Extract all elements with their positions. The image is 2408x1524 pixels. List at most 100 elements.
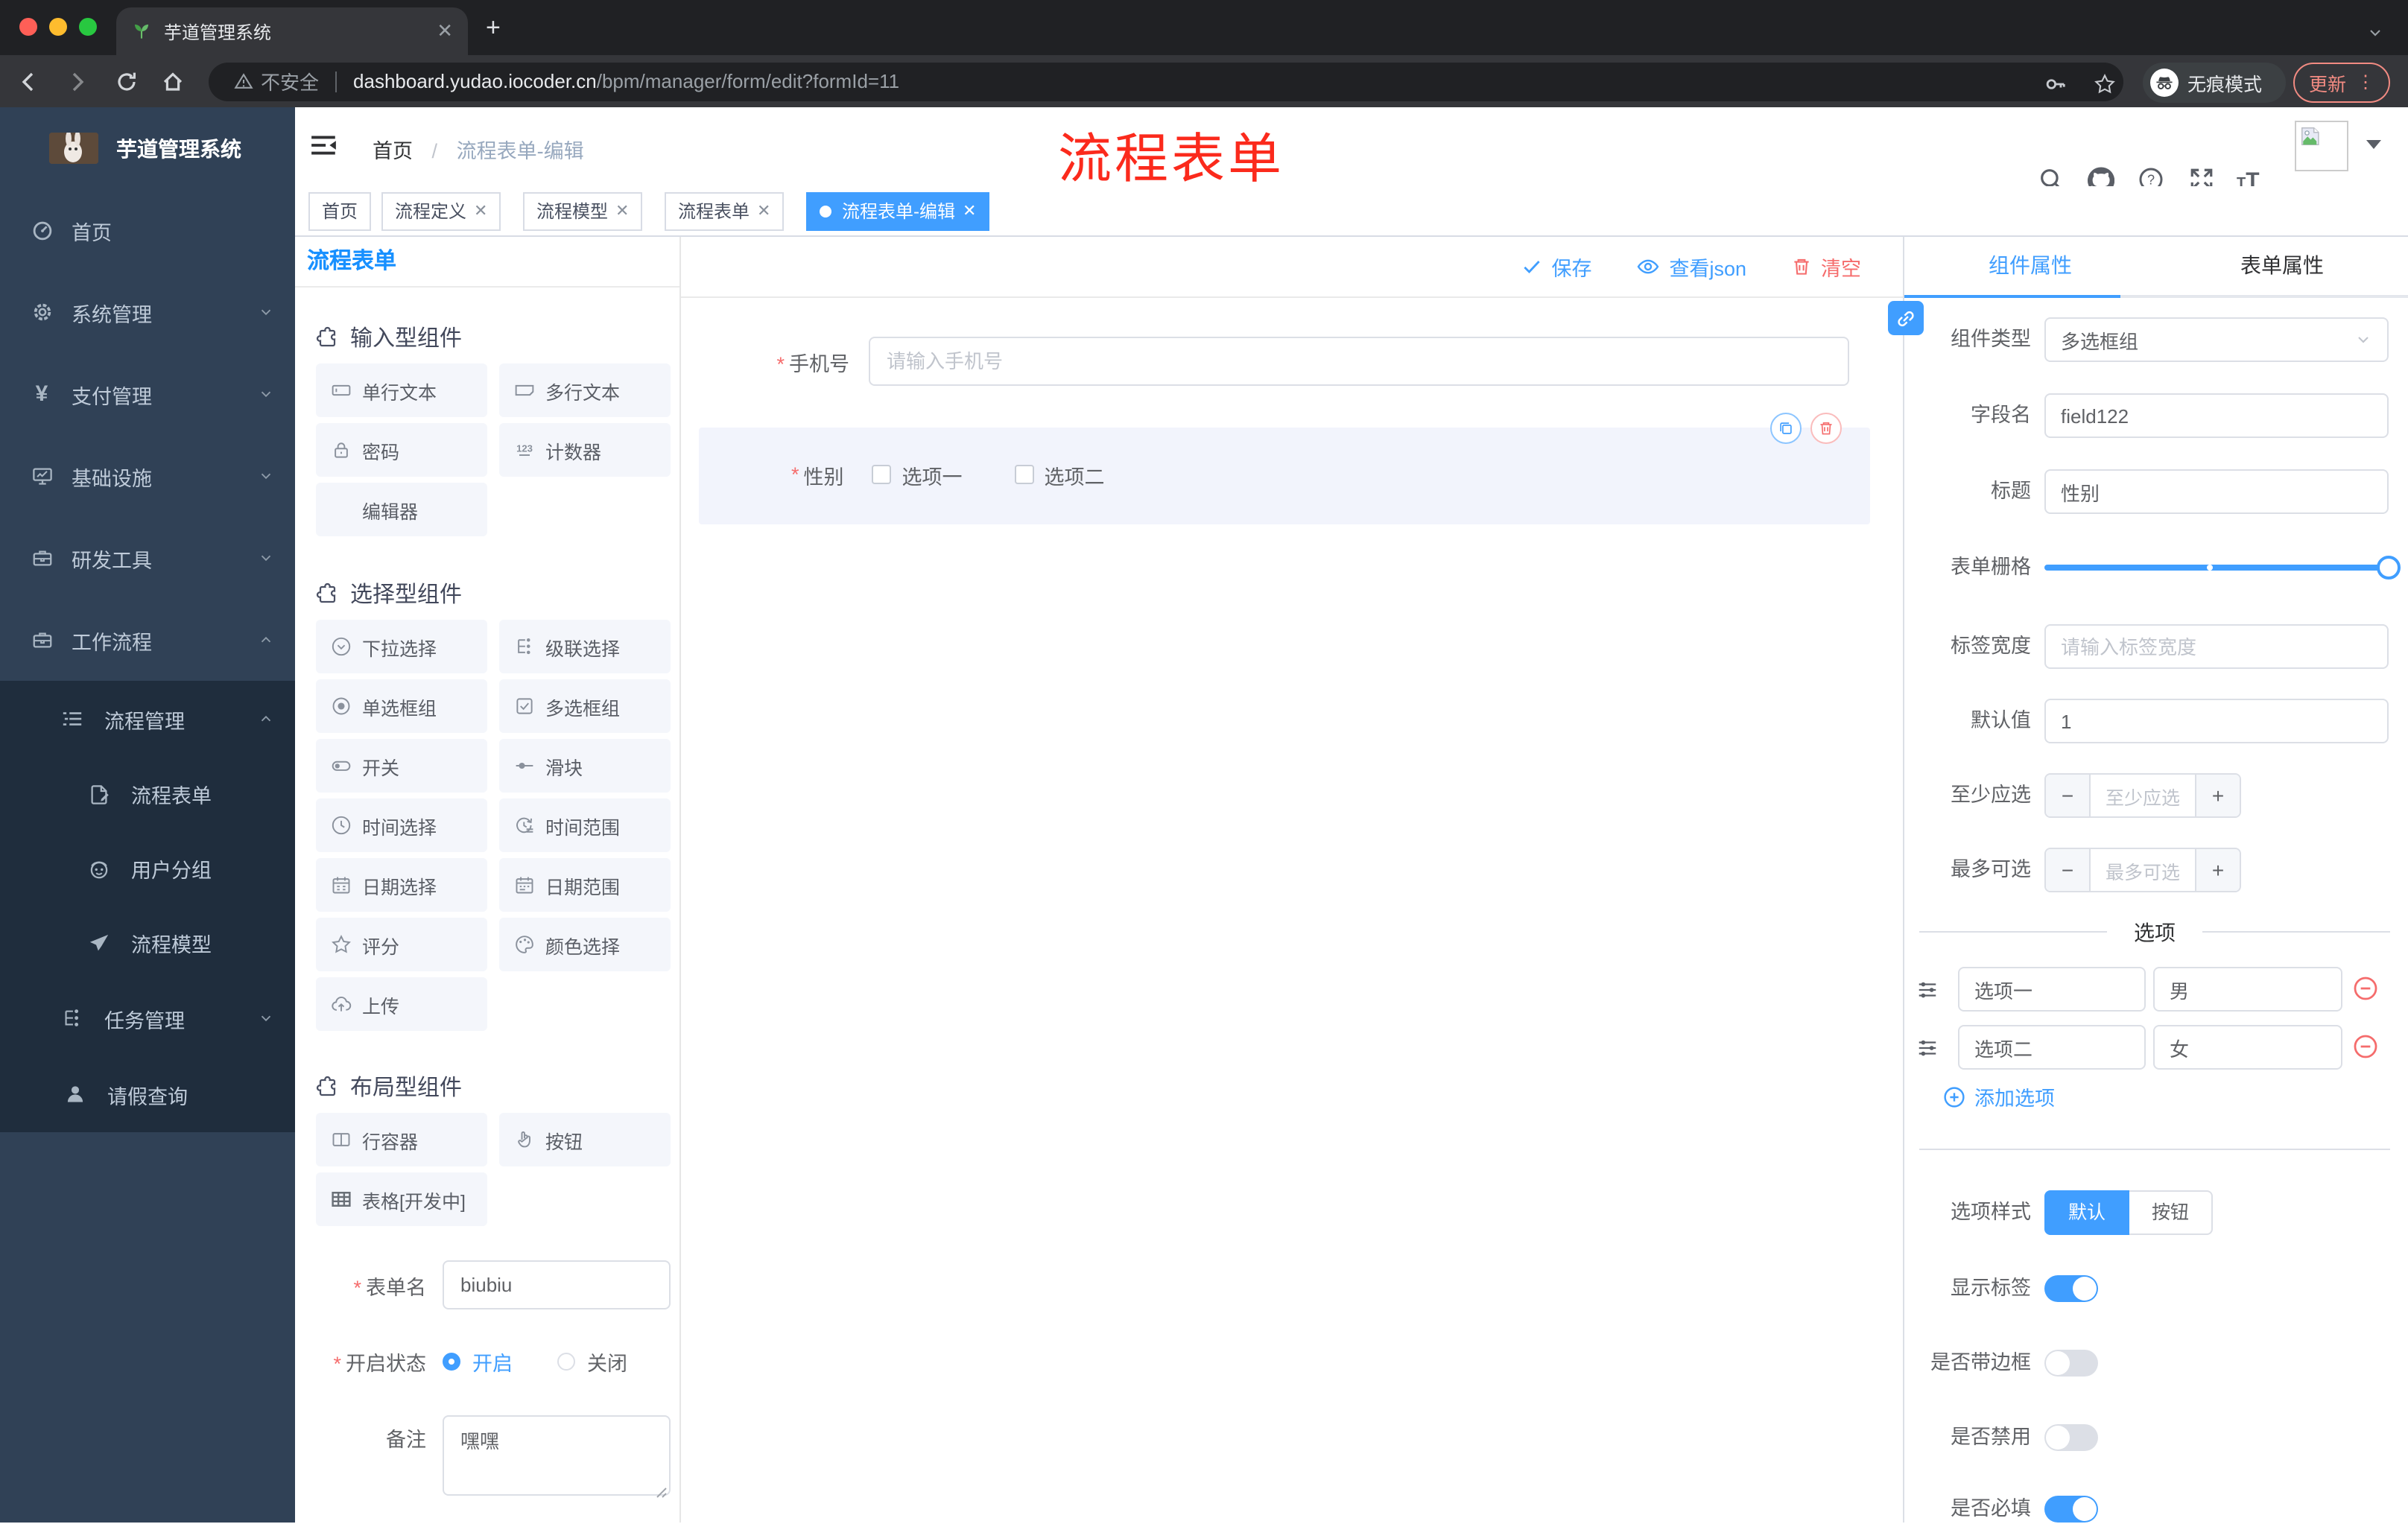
title-input[interactable]: [2044, 469, 2389, 514]
close-icon[interactable]: ✕: [963, 194, 976, 229]
browser-menu-icon[interactable]: ⋮: [2357, 73, 2374, 91]
close-icon[interactable]: ✕: [615, 194, 629, 229]
option1-label-input[interactable]: [1958, 967, 2146, 1012]
phone-field-row[interactable]: * 手机号: [681, 337, 1849, 386]
copy-component-button[interactable]: [1770, 413, 1802, 444]
remove-option-button[interactable]: [2353, 976, 2378, 1003]
component-table[interactable]: 表格[开发中]: [316, 1172, 487, 1226]
gender-option1-checkbox[interactable]: [872, 465, 892, 484]
component-date-picker[interactable]: 日期选择: [316, 858, 487, 912]
app-logo-row[interactable]: 芋道管理系统: [0, 107, 295, 189]
default-value-input[interactable]: [2044, 699, 2389, 743]
status-off-label[interactable]: 关闭: [587, 1347, 627, 1377]
component-single-line-text[interactable]: 单行文本: [316, 363, 487, 417]
sidebar-item-devtools[interactable]: 研发工具: [0, 517, 295, 599]
max-select-value[interactable]: 最多可选: [2091, 849, 2195, 891]
component-time-range[interactable]: 时间范围: [499, 798, 671, 852]
link-button[interactable]: [1888, 301, 1924, 335]
component-upload[interactable]: 上传: [316, 977, 487, 1031]
add-option-button[interactable]: 添加选项: [1943, 1082, 2055, 1111]
gender-option1-label[interactable]: 选项一: [902, 460, 963, 489]
component-multi-line-text[interactable]: 多行文本: [499, 363, 671, 417]
sidebar-item-user-group[interactable]: 用户分组: [0, 831, 295, 906]
security-badge[interactable]: 不安全: [234, 67, 319, 95]
selected-checkbox-component[interactable]: * 性别 选项一 选项二: [699, 413, 1870, 524]
decrease-button[interactable]: −: [2046, 775, 2091, 816]
gender-option2-label[interactable]: 选项二: [1045, 460, 1105, 489]
label-width-input[interactable]: [2044, 624, 2389, 669]
avatar-caret-icon[interactable]: [2366, 140, 2381, 149]
sidebar-item-process-mgmt[interactable]: 流程管理: [0, 681, 295, 757]
back-icon[interactable]: [16, 69, 40, 95]
tab-close-icon[interactable]: ✕: [437, 19, 453, 43]
sidebar-item-home[interactable]: 首页: [0, 189, 295, 271]
close-icon[interactable]: ✕: [757, 194, 770, 229]
sidebar-item-workflow[interactable]: 工作流程: [0, 599, 295, 681]
remove-option-button[interactable]: [2353, 1034, 2378, 1061]
component-cascader[interactable]: 级联选择: [499, 620, 671, 673]
component-switch[interactable]: 开关: [316, 739, 487, 793]
bookmark-star-icon[interactable]: [2094, 71, 2116, 95]
required-switch[interactable]: [2044, 1496, 2098, 1523]
style-button-button[interactable]: 按钮: [2129, 1190, 2214, 1235]
component-password[interactable]: 密码: [316, 423, 487, 477]
tab-form-props[interactable]: 表单属性: [2156, 237, 2408, 295]
component-checkbox-group[interactable]: 多选框组: [499, 679, 671, 733]
tag-home[interactable]: 首页: [308, 192, 372, 231]
component-time-picker[interactable]: 时间选择: [316, 798, 487, 852]
show-label-switch[interactable]: [2044, 1275, 2098, 1302]
sidebar-item-task-mgmt[interactable]: 任务管理: [0, 980, 295, 1056]
component-button[interactable]: 按钮: [499, 1113, 671, 1166]
border-switch[interactable]: [2044, 1350, 2098, 1377]
save-button[interactable]: 保存: [1521, 252, 1591, 282]
forward-icon[interactable]: [66, 69, 89, 95]
slider-handle[interactable]: [2377, 556, 2401, 580]
phone-input[interactable]: [869, 337, 1849, 386]
sidebar-item-pay[interactable]: ¥ 支付管理: [0, 353, 295, 435]
component-select[interactable]: 下拉选择: [316, 620, 487, 673]
sidebar-item-system[interactable]: 系统管理: [0, 271, 295, 353]
increase-button[interactable]: +: [2195, 775, 2240, 816]
form-remark-textarea[interactable]: 嘿嘿: [443, 1415, 671, 1496]
component-row-container[interactable]: 行容器: [316, 1113, 487, 1166]
gender-option2-checkbox[interactable]: [1014, 465, 1034, 484]
resize-handle[interactable]: [656, 1487, 668, 1499]
tag-process-form-edit[interactable]: 流程表单-编辑 ✕: [806, 192, 990, 231]
component-type-select[interactable]: 多选框组: [2044, 317, 2389, 362]
form-name-input[interactable]: [443, 1260, 671, 1309]
tab-component-props[interactable]: 组件属性: [1904, 237, 2156, 295]
avatar[interactable]: [2295, 121, 2348, 171]
disabled-switch[interactable]: [2044, 1424, 2098, 1451]
sidebar-item-infra[interactable]: 基础设施: [0, 435, 295, 517]
clear-button[interactable]: 清空: [1791, 252, 1861, 282]
component-slider[interactable]: 滑块: [499, 739, 671, 793]
option2-label-input[interactable]: [1958, 1025, 2146, 1070]
component-date-range[interactable]: 日期范围: [499, 858, 671, 912]
style-default-button[interactable]: 默认: [2044, 1190, 2130, 1235]
reload-icon[interactable]: [115, 69, 139, 95]
browser-tab[interactable]: 芋道管理系统 ✕: [116, 7, 468, 55]
traffic-zoom-button[interactable]: [79, 18, 97, 36]
tag-process-model[interactable]: 流程模型 ✕: [523, 192, 643, 231]
tab-search-chevron-icon[interactable]: [2366, 19, 2384, 46]
component-rate[interactable]: 评分: [316, 918, 487, 971]
close-icon[interactable]: ✕: [474, 194, 487, 229]
sidebar-item-leave-query[interactable]: 请假查询: [0, 1056, 295, 1132]
traffic-minimize-button[interactable]: [49, 18, 67, 36]
status-off-radio[interactable]: [557, 1353, 575, 1371]
drag-handle-icon[interactable]: [1916, 1035, 1939, 1062]
component-editor[interactable]: 编辑器: [316, 483, 487, 536]
component-counter[interactable]: 计数器: [499, 423, 671, 477]
home-icon[interactable]: [161, 69, 185, 95]
form-grid-slider[interactable]: [2044, 556, 2401, 580]
min-select-value[interactable]: 至少应选: [2091, 775, 2195, 816]
password-key-icon[interactable]: [2044, 71, 2067, 95]
option2-value-input[interactable]: [2153, 1025, 2342, 1070]
sidebar-item-process-model[interactable]: 流程模型: [0, 906, 295, 980]
increase-button[interactable]: +: [2195, 849, 2240, 891]
status-on-label[interactable]: 开启: [472, 1347, 513, 1377]
tag-process-definition[interactable]: 流程定义 ✕: [381, 192, 501, 231]
delete-component-button[interactable]: [1810, 413, 1842, 444]
decrease-button[interactable]: −: [2046, 849, 2091, 891]
sidebar-collapse-icon[interactable]: [310, 133, 338, 159]
